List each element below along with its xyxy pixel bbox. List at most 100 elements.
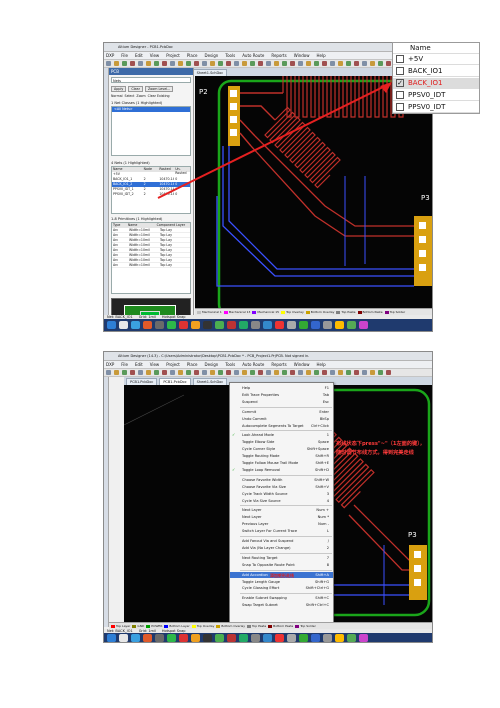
toolbar-icon[interactable] (314, 61, 319, 66)
menu-item-edit[interactable]: Edit (135, 362, 143, 367)
layer-tab[interactable]: Bottom Overlay (216, 624, 245, 628)
taskbar-icon[interactable] (131, 321, 140, 329)
toolbar-icon[interactable] (218, 370, 223, 375)
layer-tab[interactable]: Mechanical 1 (197, 310, 222, 314)
net-list-row[interactable]: BACK_IO1 (393, 66, 479, 77)
taskbar-icon[interactable] (227, 321, 236, 329)
menu-item-project[interactable]: Project (166, 53, 180, 58)
menu-item-previous-layer[interactable]: Previous Layer Num - (230, 521, 333, 528)
taskbar-icon[interactable] (107, 321, 116, 329)
menu-item-file[interactable]: File (121, 362, 128, 367)
toolbar-icon[interactable] (210, 61, 215, 66)
menu-item-reports[interactable]: Reports (271, 53, 286, 58)
toolbar-icon[interactable] (330, 370, 335, 375)
toolbar-icon[interactable] (194, 370, 199, 375)
toolbar-icon[interactable] (242, 61, 247, 66)
menu-item-tools[interactable]: Tools (225, 362, 235, 367)
taskbar-icon[interactable] (179, 633, 188, 642)
panel-button-clear[interactable]: Clear (128, 86, 143, 92)
taskbar-icon[interactable] (203, 321, 212, 329)
layer-tab[interactable]: Bottom Paste (268, 624, 293, 628)
menu-item-next-layer[interactable]: Next Layer Num * (230, 514, 333, 521)
toolbar-icon[interactable] (282, 61, 287, 66)
menu-item-help[interactable]: Help (316, 53, 325, 58)
toolbar-icon[interactable] (194, 61, 199, 66)
menu-item-window[interactable]: Window (294, 362, 310, 367)
layer-tab[interactable]: Top Solder (384, 310, 405, 314)
toolbar-icon[interactable] (218, 61, 223, 66)
menu-item-dxp[interactable]: DXP (106, 362, 114, 367)
menu-item-toggle-loop-removal[interactable]: Toggle Loop Removal Shift+D (230, 467, 333, 474)
menu-item-enable-subnet-swapping[interactable]: Enable Subnet Swapping Shift+C (230, 595, 333, 602)
toolbar-icon[interactable] (354, 61, 359, 66)
menu-item-window[interactable]: Window (294, 53, 310, 58)
toolbar-icon[interactable] (154, 61, 159, 66)
layer-tab[interactable]: Mechanical 15 (252, 310, 279, 314)
net-checkbox[interactable] (396, 103, 404, 111)
toolbar-icon[interactable] (306, 370, 311, 375)
toolbar-icon[interactable] (242, 370, 247, 375)
menu-item-file[interactable]: File (121, 53, 128, 58)
taskbar-icon[interactable] (263, 633, 272, 642)
menu-item-cycle-glossing-effort[interactable]: Cycle Glossing Effort Shift+Ctrl+G (230, 585, 333, 592)
taskbar-icon[interactable] (359, 321, 368, 329)
taskbar-icon[interactable] (155, 321, 164, 329)
menu-item-dxp[interactable]: DXP (106, 53, 114, 58)
taskbar-icon[interactable] (155, 633, 164, 642)
menu-item-help[interactable]: Help F1 (230, 385, 333, 392)
menu-item-toggle-elbow-side[interactable]: Toggle Elbow Side Space (230, 439, 333, 446)
toolbar-icon[interactable] (370, 61, 375, 66)
toolbar-icon[interactable] (306, 61, 311, 66)
document-tab[interactable]: Sheet1.SchDoc (192, 378, 228, 385)
menu-item-choose-favorite-width[interactable]: Choose Favorite Width Shift+W (230, 477, 333, 484)
primitive-row[interactable]: Arc Width=10mil Top Lay (112, 263, 190, 268)
taskbar-icon[interactable] (323, 633, 332, 642)
toolbar-icon[interactable] (290, 61, 295, 66)
taskbar-icon[interactable] (287, 633, 296, 642)
toolbar-icon[interactable] (386, 61, 391, 66)
menu-item-view[interactable]: View (150, 362, 160, 367)
layer-tab[interactable]: Top Solder (295, 624, 316, 628)
toolbar-icon[interactable] (378, 370, 383, 375)
toolbar-icon[interactable] (338, 370, 343, 375)
toolbar-icon[interactable] (130, 370, 135, 375)
menu-item-add-via-no-layer-change[interactable]: Add Via (No Layer Change) 2 (230, 545, 333, 552)
toolbar-icon[interactable] (106, 61, 111, 66)
layer-tab[interactable]: POWER (146, 624, 162, 628)
toolbar-icon[interactable] (146, 61, 151, 66)
taskbar-icon[interactable] (191, 321, 200, 329)
menu-item-toggle-routing-mode[interactable]: Toggle Routing Mode Shift+R (230, 453, 333, 460)
taskbar-icon[interactable] (203, 633, 212, 642)
toolbar-icon[interactable] (362, 370, 367, 375)
menu-item-autocomplete-segments-to-target[interactable]: Autocomplete Segments To Target Ctrl+Clic… (230, 423, 333, 430)
layer-tab[interactable]: Bottom Paste (357, 310, 383, 314)
panel-filter-option[interactable]: Normal (111, 94, 123, 98)
menu-item-cycle-corner-style[interactable]: Cycle Corner Style Shift+Space (230, 446, 333, 453)
menu-item-place[interactable]: Place (187, 362, 198, 367)
net-list-row[interactable]: +5V (393, 54, 479, 65)
menu-item-look-ahead-mode[interactable]: Look Ahead Mode 1 (230, 432, 333, 439)
toolbar-icon[interactable] (274, 370, 279, 375)
toolbar-icon[interactable] (154, 370, 159, 375)
toolbar-icon[interactable] (202, 61, 207, 66)
taskbar-icon[interactable] (179, 321, 188, 329)
toolbar-icon[interactable] (258, 370, 263, 375)
toolbar-icon[interactable] (266, 61, 271, 66)
taskbar-icon[interactable] (275, 633, 284, 642)
toolbar-icon[interactable] (226, 370, 231, 375)
menu-item-design[interactable]: Design (205, 362, 219, 367)
taskbar-icon[interactable] (215, 633, 224, 642)
menu-item-suspend[interactable]: Suspend Esc (230, 399, 333, 406)
taskbar-icon[interactable] (167, 633, 176, 642)
layer-tab[interactable]: Top Paste (336, 310, 356, 314)
net-list-row[interactable]: ✓ BACK_IO1 (393, 78, 479, 89)
menu-item-choose-favorite-via-size[interactable]: Choose Favorite Via Size Shift+V (230, 484, 333, 491)
menu-item-auto-route[interactable]: Auto Route (242, 362, 264, 367)
menu-item-swap-target-subnet[interactable]: Swap Target Subnet Shift+Ctrl+C (230, 602, 333, 609)
toolbar-icon[interactable] (170, 61, 175, 66)
taskbar-icon[interactable] (239, 321, 248, 329)
taskbar-icon[interactable] (167, 321, 176, 329)
menu-item-snap-to-opposite-route-point[interactable]: Snap To Opposite Route Point 8 (230, 562, 333, 569)
toolbar-icon[interactable] (138, 61, 143, 66)
menu-item-project[interactable]: Project (166, 362, 180, 367)
